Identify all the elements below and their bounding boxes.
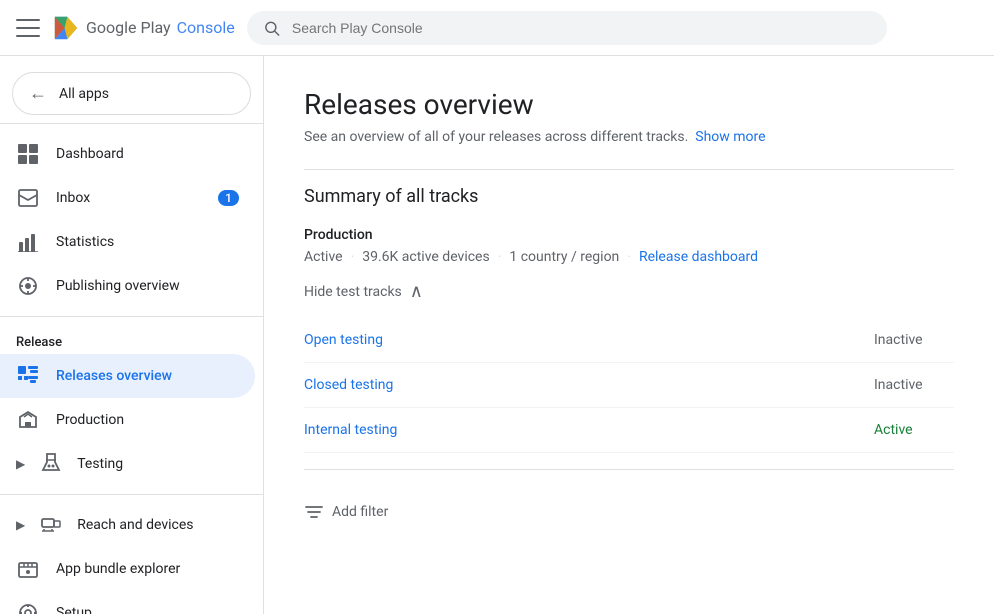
sidebar-item-setup[interactable]: Setup <box>0 591 255 614</box>
sidebar-item-production[interactable]: Production <box>0 398 255 442</box>
logo-text-console: Console <box>177 18 235 37</box>
sidebar-item-inbox-label: Inbox <box>56 190 202 206</box>
inbox-badge: 1 <box>218 190 239 206</box>
main-content: Releases overview See an overview of all… <box>264 56 994 614</box>
sidebar-item-testing[interactable]: ▶ Testing <box>0 442 255 486</box>
search-input[interactable] <box>292 20 871 36</box>
sidebar-item-releases-overview-label: Releases overview <box>56 368 239 384</box>
sidebar-divider-1 <box>0 123 263 124</box>
show-more-link[interactable]: Show more <box>695 129 765 145</box>
releases-overview-icon <box>16 364 40 388</box>
hide-test-tracks-label: Hide test tracks <box>304 284 402 300</box>
production-active-devices: 39.6K active devices <box>362 249 489 265</box>
logo-text-google: Google Play <box>86 18 171 37</box>
closed-testing-status: Inactive <box>874 377 954 393</box>
sidebar: ← All apps Dashboard <box>0 56 264 614</box>
stats-icon <box>16 230 40 254</box>
reach-expand-arrow-icon: ▶ <box>16 518 25 532</box>
production-region: 1 country / region <box>509 249 619 265</box>
sidebar-item-reach[interactable]: ▶ Reach and devices <box>0 503 255 547</box>
add-filter-label: Add filter <box>332 504 388 520</box>
testing-icon <box>41 452 61 476</box>
section-divider-2 <box>304 469 954 470</box>
open-testing-status: Inactive <box>874 332 954 348</box>
sidebar-item-publishing[interactable]: Publishing overview <box>0 264 255 308</box>
sidebar-item-publishing-label: Publishing overview <box>56 278 239 294</box>
sidebar-divider-3 <box>0 494 263 495</box>
sidebar-item-reach-label: Reach and devices <box>77 517 193 533</box>
sidebar-item-releases-overview[interactable]: Releases overview <box>0 354 255 398</box>
production-track-name: Production <box>304 227 954 243</box>
add-filter-button[interactable]: Add filter <box>304 486 954 538</box>
production-track: Production Active · 39.6K active devices… <box>304 227 954 265</box>
layout: ← All apps Dashboard <box>0 56 994 614</box>
open-testing-link[interactable]: Open testing <box>304 332 874 348</box>
inbox-icon <box>16 186 40 210</box>
internal-testing-row: Internal testing Active <box>304 408 954 453</box>
sidebar-item-setup-label: Setup <box>56 605 239 614</box>
bundle-icon <box>16 557 40 581</box>
chevron-up-icon: ∧ <box>410 281 423 302</box>
search-bar <box>247 11 887 45</box>
closed-testing-row: Closed testing Inactive <box>304 363 954 408</box>
summary-title: Summary of all tracks <box>304 186 954 207</box>
test-tracks-list: Open testing Inactive Closed testing Ina… <box>304 318 954 453</box>
sidebar-item-testing-label: Testing <box>77 456 123 472</box>
back-arrow-icon: ← <box>29 83 47 104</box>
topbar: Google Play Console <box>0 0 994 56</box>
setup-icon <box>16 601 40 614</box>
sep2: · <box>498 249 502 265</box>
page-title: Releases overview <box>304 88 954 121</box>
release-section-header: Release <box>0 325 263 354</box>
sep3: · <box>627 249 631 265</box>
sidebar-item-production-label: Production <box>56 412 239 428</box>
closed-testing-link[interactable]: Closed testing <box>304 377 874 393</box>
sidebar-item-bundle-label: App bundle explorer <box>56 561 239 577</box>
section-divider-1 <box>304 169 954 170</box>
filter-icon <box>304 502 324 522</box>
page-subtitle: See an overview of all of your releases … <box>304 129 954 145</box>
hide-test-tracks-button[interactable]: Hide test tracks ∧ <box>304 281 954 302</box>
sep1: · <box>351 249 355 265</box>
sidebar-item-inbox[interactable]: Inbox 1 <box>0 176 255 220</box>
sidebar-item-statistics[interactable]: Statistics <box>0 220 255 264</box>
search-icon <box>263 19 280 37</box>
sidebar-item-statistics-label: Statistics <box>56 234 239 250</box>
subtitle-text: See an overview of all of your releases … <box>304 129 692 145</box>
logo[interactable]: Google Play Console <box>52 14 235 42</box>
sidebar-divider-2 <box>0 316 263 317</box>
menu-icon[interactable] <box>16 16 40 40</box>
sidebar-item-dashboard[interactable]: Dashboard <box>0 132 255 176</box>
publishing-icon <box>16 274 40 298</box>
internal-testing-status: Active <box>874 422 954 438</box>
testing-expand-arrow-icon: ▶ <box>16 457 25 471</box>
open-testing-row: Open testing Inactive <box>304 318 954 363</box>
all-apps-button[interactable]: ← All apps <box>12 72 251 115</box>
release-dashboard-link[interactable]: Release dashboard <box>639 249 758 265</box>
production-icon <box>16 408 40 432</box>
production-status: Active <box>304 249 343 265</box>
dashboard-icon <box>16 142 40 166</box>
all-apps-label: All apps <box>59 86 109 102</box>
sidebar-item-dashboard-label: Dashboard <box>56 146 239 162</box>
production-track-details: Active · 39.6K active devices · 1 countr… <box>304 249 954 265</box>
reach-icon <box>41 513 61 537</box>
play-logo-icon <box>52 14 80 42</box>
internal-testing-link[interactable]: Internal testing <box>304 422 874 438</box>
sidebar-item-bundle[interactable]: App bundle explorer <box>0 547 255 591</box>
